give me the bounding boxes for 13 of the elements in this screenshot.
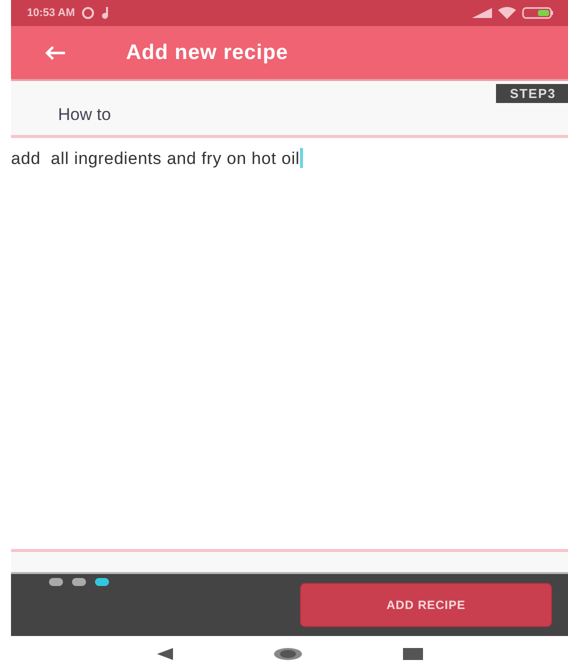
battery-icon [522,7,554,19]
toolbar-title: Add new recipe [126,40,288,64]
status-time: 10:53 AM [27,7,75,19]
add-recipe-button[interactable]: ADD RECIPE [300,583,552,627]
back-icon[interactable] [156,648,172,660]
recents-icon[interactable] [402,648,422,660]
sync-icon [80,6,95,20]
signal-icon [472,8,492,18]
field-label: How to [58,105,111,125]
home-icon[interactable] [272,646,302,660]
step-badge: STEP3 [496,84,568,103]
wifi-icon [498,7,516,19]
back-arrow-icon[interactable] [44,44,66,60]
